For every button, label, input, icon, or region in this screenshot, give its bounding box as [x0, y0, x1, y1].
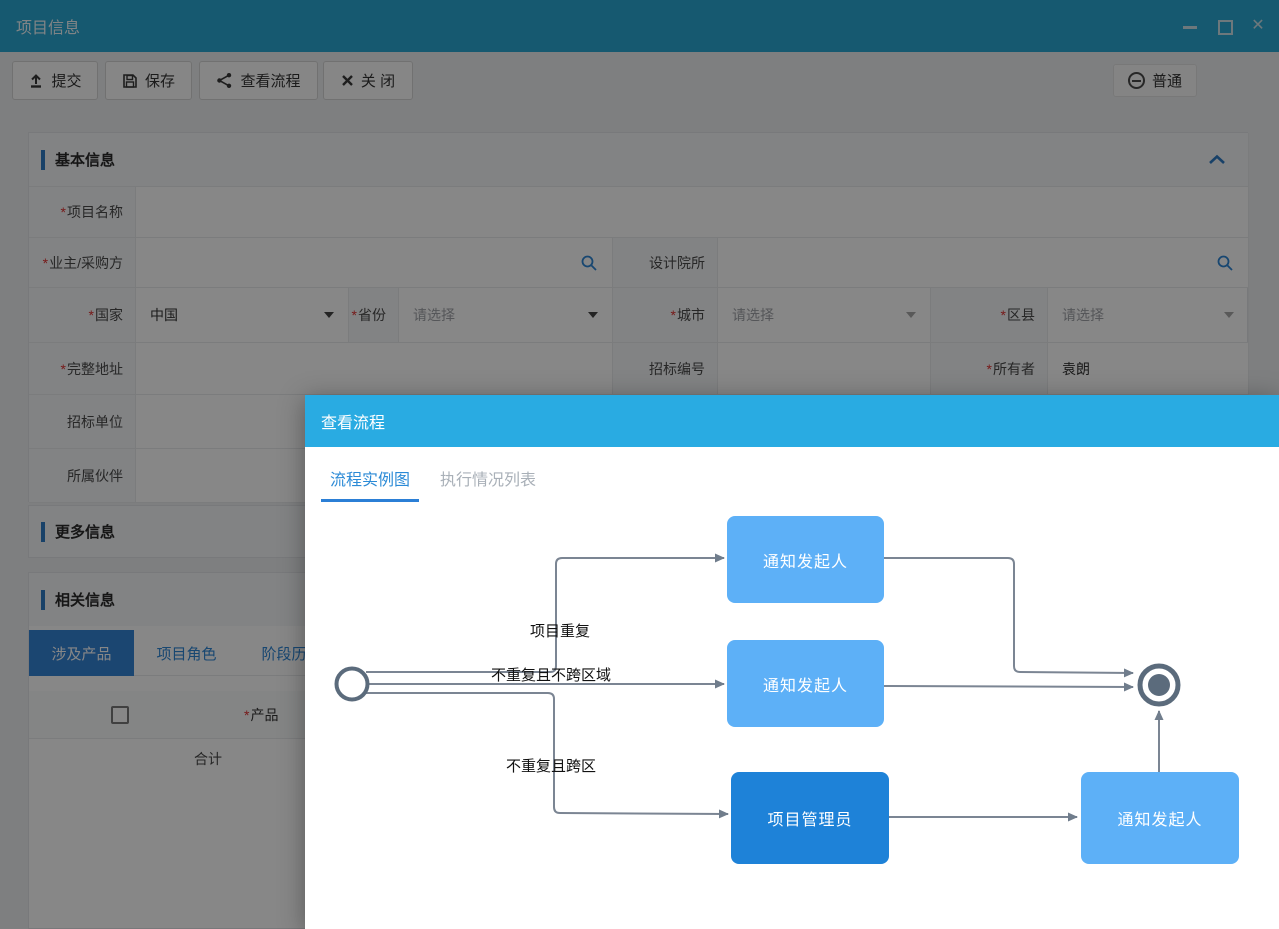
view-process-modal: 查看流程 流程实例图 执行情况列表 项目重复 不重复且不 [305, 395, 1279, 929]
end-event-dot [1148, 674, 1170, 696]
task-node-notify-initiator-2[interactable]: 通知发起人 [727, 640, 884, 727]
tab-execution-list[interactable]: 执行情况列表 [431, 466, 545, 502]
edge-duplicate [366, 558, 724, 672]
start-event-node [337, 669, 368, 700]
modal-header: 查看流程 [305, 395, 1279, 447]
modal-tabs: 流程实例图 执行情况列表 [305, 447, 1279, 502]
edge-label-duplicate: 项目重复 [530, 622, 590, 640]
task-node-notify-initiator-3[interactable]: 通知发起人 [1081, 772, 1239, 864]
modal-title: 查看流程 [321, 409, 385, 433]
task-node-notify-initiator-1[interactable]: 通知发起人 [727, 516, 884, 603]
edge-label-no-dup-same-region: 不重复且不跨区域 [491, 666, 611, 684]
edge-no-dup-cross-region [366, 693, 728, 814]
edge-node2-to-end [884, 686, 1133, 687]
task-node-project-admin[interactable]: 项目管理员 [731, 772, 889, 864]
edge-label-no-dup-cross-region: 不重复且跨区 [506, 757, 596, 775]
process-diagram: 项目重复 不重复且不跨区域 不重复且跨区 通知发起人 通知发起人 项目管理员 通… [305, 502, 1279, 929]
tab-process-instance-diagram[interactable]: 流程实例图 [321, 466, 419, 502]
edge-node1-to-end [884, 558, 1133, 673]
